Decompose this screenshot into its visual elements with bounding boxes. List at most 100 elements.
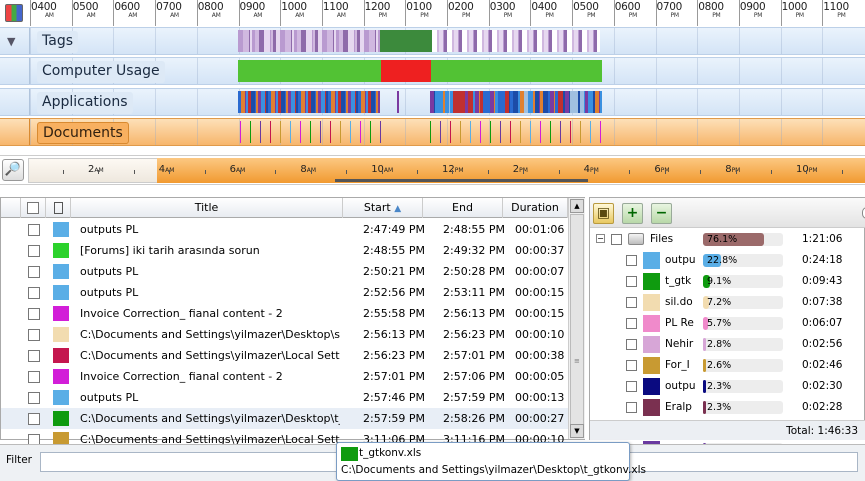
timeline-navigator[interactable]: 🔎 2AM4AM6AM8AM10AM12PM2PM4PM6PM8PM10PM xyxy=(0,155,865,185)
hour-tick xyxy=(697,0,699,26)
row-duration: 00:00:13 xyxy=(515,391,565,404)
header-start[interactable]: Start ▲ xyxy=(343,198,423,218)
scroll-up-icon[interactable]: ▲ xyxy=(570,199,584,213)
row-start: 2:48:55 PM xyxy=(363,244,426,257)
file-share-bar: 7.2% xyxy=(703,296,783,309)
file-row[interactable]: t_gtk 9.1% 0:09:43 xyxy=(590,271,865,292)
file-row[interactable]: PL Re 5.7% 0:06:07 xyxy=(590,313,865,334)
file-color-swatch xyxy=(643,294,660,311)
row-checkbox[interactable] xyxy=(28,413,40,425)
file-checkbox[interactable] xyxy=(626,318,637,329)
row-title: C:\Documents and Settings\yilmazer\Deskt… xyxy=(80,412,340,425)
header-duration[interactable]: Duration xyxy=(503,198,568,218)
file-checkbox[interactable] xyxy=(626,402,637,413)
track-applications[interactable]: Applications xyxy=(0,88,865,116)
file-duration: 0:02:28 xyxy=(802,401,843,413)
hour-label: 0600 PM xyxy=(614,1,641,19)
table-row[interactable]: outputs PL 2:50:21 PM 2:50:28 PM 00:00:07 xyxy=(1,261,568,282)
scroll-down-icon[interactable]: ▼ xyxy=(570,424,584,438)
doc-mark xyxy=(340,121,341,143)
file-row[interactable]: outpu 22.8% 0:24:18 xyxy=(590,250,865,271)
table-row[interactable]: C:\Documents and Settings\yilmazer\Local… xyxy=(1,345,568,366)
doc-mark xyxy=(520,121,521,143)
add-icon[interactable]: + xyxy=(622,203,643,224)
file-row[interactable]: For_I 2.6% 0:02:46 xyxy=(590,355,865,376)
hour-label: 0800 AM xyxy=(197,1,224,19)
files-root-bar: 76.1% xyxy=(703,233,783,246)
row-start: 2:50:21 PM xyxy=(363,265,426,278)
select-all-checkbox[interactable] xyxy=(21,198,46,218)
file-checkbox[interactable] xyxy=(626,276,637,287)
tree-expand-icon[interactable]: − xyxy=(596,234,605,243)
row-checkbox[interactable] xyxy=(28,350,40,362)
table-row[interactable]: outputs PL 2:52:56 PM 2:53:11 PM 00:00:15 xyxy=(1,282,568,303)
table-row[interactable]: Invoice Correction_ fianal content - 2 2:… xyxy=(1,303,568,324)
hour-label: 1000 PM xyxy=(781,1,808,19)
row-checkbox[interactable] xyxy=(28,392,40,404)
row-checkbox[interactable] xyxy=(28,371,40,383)
navigator-tick xyxy=(700,170,702,174)
row-checkbox[interactable] xyxy=(28,308,40,320)
table-row[interactable]: Invoice Correction_ fianal content - 2 2:… xyxy=(1,366,568,387)
file-row[interactable]: sil.do 7.2% 0:07:38 xyxy=(590,292,865,313)
track-tags[interactable]: ▼ Tags xyxy=(0,27,865,55)
navigator-scroll-handle[interactable] xyxy=(335,179,588,182)
files-root-checkbox[interactable] xyxy=(611,234,622,245)
file-duration: 0:07:38 xyxy=(802,296,843,308)
row-checkbox[interactable] xyxy=(28,329,40,341)
track-label-documents: Documents xyxy=(37,122,129,144)
table-scrollbar[interactable]: ▲ ≡ ▼ xyxy=(568,198,585,439)
table-row[interactable]: outputs PL 2:47:49 PM 2:48:55 PM 00:01:06 xyxy=(1,219,568,240)
navigator-tick xyxy=(240,170,241,174)
hour-tick xyxy=(530,0,532,26)
row-end: 2:49:32 PM xyxy=(443,244,506,257)
file-share-bar: 22.8% xyxy=(703,254,783,267)
navigator-tick xyxy=(558,170,560,174)
file-name: outpu xyxy=(665,380,695,392)
table-row[interactable]: [Forums] iki tarih arasında sorun 2:48:55… xyxy=(1,240,568,261)
app-segment xyxy=(378,91,380,113)
zoom-icon[interactable]: 🔎 xyxy=(2,159,24,181)
row-checkbox[interactable] xyxy=(28,245,40,257)
file-name: PL Re xyxy=(665,317,694,329)
row-checkbox[interactable] xyxy=(28,266,40,278)
folder-add-icon[interactable]: ▣ xyxy=(593,203,614,224)
row-checkbox[interactable] xyxy=(28,224,40,236)
table-row[interactable]: outputs PL 2:57:46 PM 2:57:59 PM 00:00:13 xyxy=(1,387,568,408)
navigator-tick xyxy=(169,170,171,174)
header-title[interactable]: Title xyxy=(71,198,343,218)
file-checkbox[interactable] xyxy=(626,360,637,371)
track-computer-usage[interactable]: Computer Usage xyxy=(0,57,865,85)
file-share-bar: 2.6% xyxy=(703,359,783,372)
table-row[interactable]: C:\Documents and Settings\yilmazer\Deskt… xyxy=(1,408,568,429)
scroll-thumb[interactable]: ≡ xyxy=(570,214,584,428)
file-row[interactable]: Nehir 2.8% 0:02:56 xyxy=(590,334,865,355)
file-row[interactable]: Eralp 2.3% 0:02:28 xyxy=(590,397,865,418)
row-start: 2:57:59 PM xyxy=(363,412,426,425)
row-checkbox[interactable] xyxy=(28,287,40,299)
navigator-tick xyxy=(133,170,135,174)
files-root-row[interactable]: − Files 76.1% 1:21:06 xyxy=(590,229,865,250)
file-checkbox[interactable] xyxy=(626,339,637,350)
header-end[interactable]: End xyxy=(423,198,503,218)
navigator-tick xyxy=(63,170,64,174)
collapse-toggle[interactable]: ▼ xyxy=(0,28,30,54)
app-segment xyxy=(397,91,399,113)
remove-icon[interactable]: − xyxy=(651,203,672,224)
file-share-bar: 2.3% xyxy=(703,380,783,393)
file-checkbox[interactable] xyxy=(626,255,637,266)
hour-tick xyxy=(822,0,824,26)
chevron-down-icon[interactable]: ▼ xyxy=(7,35,15,48)
row-color-swatch xyxy=(53,222,69,237)
file-checkbox[interactable] xyxy=(626,297,637,308)
navigator-tick xyxy=(735,170,737,174)
navigator-label: 4AM xyxy=(158,164,175,175)
file-name: t_gtk xyxy=(665,275,692,287)
table-row[interactable]: C:\Documents and Settings\yilmazer\Deskt… xyxy=(1,324,568,345)
track-documents[interactable]: Documents xyxy=(0,118,865,146)
row-duration: 00:00:05 xyxy=(515,370,565,383)
file-duration: 0:02:30 xyxy=(802,380,843,392)
file-row[interactable]: outpu 2.3% 0:02:30 xyxy=(590,376,865,397)
file-duration: 0:02:46 xyxy=(802,359,843,371)
file-checkbox[interactable] xyxy=(626,381,637,392)
